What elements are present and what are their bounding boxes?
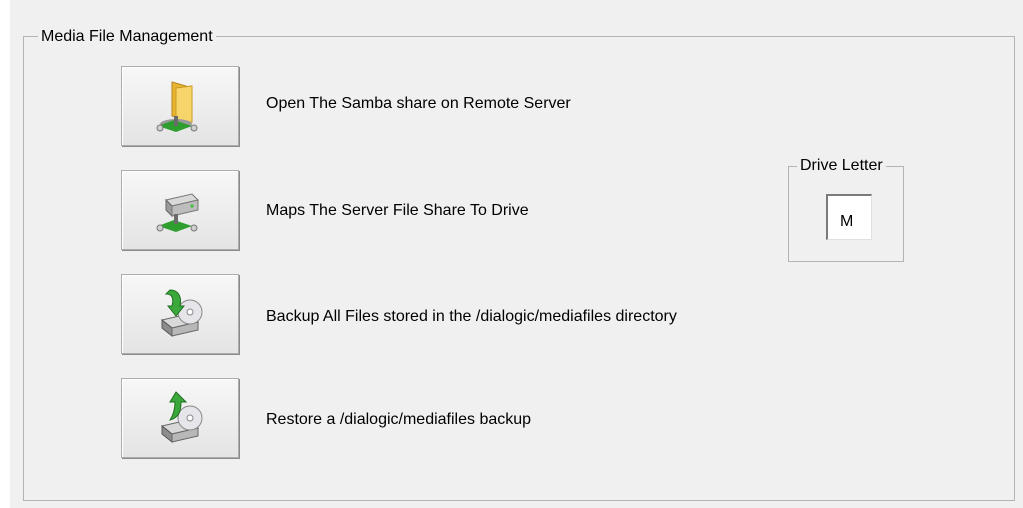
backup-files-button[interactable] [121,274,239,354]
restore-backup-label: Restore a /dialogic/mediafiles backup [266,411,532,428]
open-samba-share-button[interactable] [121,66,239,146]
restore-backup-button[interactable] [121,378,239,458]
backup-files-label: Backup All Files stored in the /dialogic… [266,308,677,325]
folder-network-icon [156,81,198,132]
backup-disk-icon [160,289,203,338]
drive-letter-field[interactable] [826,194,872,240]
restore-disk-icon [160,391,203,444]
map-drive-label: Maps The Server File Share To Drive [266,202,529,219]
map-drive-button[interactable] [121,170,239,250]
network-drive-icon [156,193,199,232]
group-title: Media File Management [38,28,216,46]
drive-letter-title: Drive Letter [797,157,886,175]
open-samba-share-label: Open The Samba share on Remote Server [266,95,571,112]
